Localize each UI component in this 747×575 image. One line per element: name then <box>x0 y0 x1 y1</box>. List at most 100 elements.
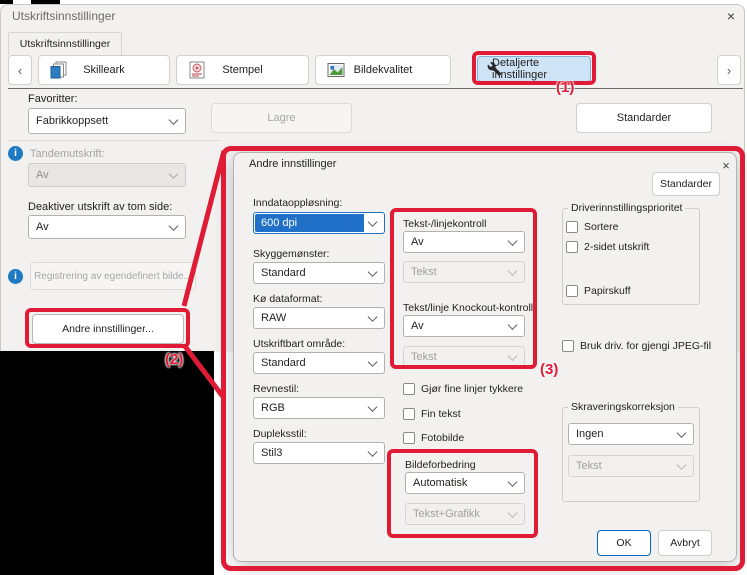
combo-value: Tekst+Grafikk <box>413 508 480 520</box>
spool-data-format-select[interactable]: RAW <box>253 307 385 329</box>
knockout-control-select[interactable]: Av <box>403 315 525 337</box>
toolbar-button-label: Bildekvalitet <box>354 64 413 76</box>
driver-priority-group-label: Driverinnstillingsprioritet <box>568 202 685 214</box>
ok-button[interactable]: OK <box>597 530 651 556</box>
blank-page-select[interactable]: Av <box>28 215 186 239</box>
combo-value: Tekst <box>411 351 437 363</box>
tandem-label: Tandemutskrift: <box>30 148 105 160</box>
combo-value: Automatisk <box>413 477 467 489</box>
input-resolution-select[interactable]: 600 dpi <box>253 212 385 234</box>
favorites-select[interactable]: Fabrikkoppsett <box>28 108 186 134</box>
checkbox-photo-image[interactable]: Fotobilde <box>403 432 464 444</box>
duplex-style-select[interactable]: Stil3 <box>253 442 385 464</box>
checkbox-icon[interactable] <box>403 383 415 395</box>
save-button[interactable]: Lagre <box>211 103 352 133</box>
chevron-down-icon <box>368 357 378 367</box>
printable-area-select[interactable]: Standard <box>253 352 385 374</box>
toolbar-prev-button[interactable]: ‹ <box>8 55 32 85</box>
cancel-button[interactable]: Avbryt <box>658 530 712 556</box>
tandem-select: Av <box>28 163 186 187</box>
combo-value: Tekst <box>576 460 602 472</box>
save-button-label: Lagre <box>267 112 295 124</box>
checkbox-thicken-fine-lines[interactable]: Gjør fine linjer tykkere <box>403 383 523 395</box>
blank-page-label: Deaktiver utskrift av tom side: <box>28 201 172 213</box>
masked-region <box>0 351 214 575</box>
toolbar-next-button[interactable]: › <box>717 55 741 85</box>
chevron-down-icon <box>508 266 518 276</box>
shade-pattern-select[interactable]: Standard <box>253 262 385 284</box>
shade-pattern-label: Skyggemønster: <box>253 248 329 260</box>
checkbox-label: Fin tekst <box>421 408 461 420</box>
window-title: Utskriftsinnstillinger <box>12 9 115 23</box>
toolbar-button-stempel[interactable]: Stempel <box>176 55 309 85</box>
chevron-right-icon: › <box>727 63 731 78</box>
checkbox-label: Fotobilde <box>421 432 464 444</box>
checkbox-collate[interactable]: Sortere <box>566 221 618 233</box>
custom-image-registration-button[interactable]: Registrering av egendefinert bilde... <box>30 262 196 290</box>
dialog-defaults-button[interactable]: Standarder <box>652 172 720 196</box>
toolbar-button-skilleark[interactable]: Skilleark <box>38 55 170 85</box>
checkbox-fine-text[interactable]: Fin tekst <box>403 408 461 420</box>
checkbox-jpeg-render[interactable]: Bruk driv. for gjengi JPEG-fil <box>562 340 711 352</box>
knockout-control-label: Tekst/linje Knockout-kontroll <box>403 302 533 314</box>
close-icon: × <box>722 158 730 173</box>
pages-icon <box>50 61 68 79</box>
image-enhancement-label: Bildeforbedring <box>405 459 476 471</box>
knockout-control-sub-select: Tekst <box>403 346 525 368</box>
toolbar-button-detaljerte-innstillinger[interactable]: Detaljerte innstillinger <box>477 56 591 82</box>
defaults-button[interactable]: Standarder <box>576 103 712 133</box>
chevron-down-icon <box>508 320 518 330</box>
combo-value: RAW <box>261 312 286 324</box>
masked-region <box>31 0 60 4</box>
checkbox-icon[interactable] <box>403 432 415 444</box>
chevron-down-icon <box>368 217 378 227</box>
rip-style-select[interactable]: RGB <box>253 397 385 419</box>
checkbox-paper-tray[interactable]: Papirskuff <box>566 285 631 297</box>
chevron-down-icon <box>169 115 179 125</box>
checkbox-label: Sortere <box>584 221 618 233</box>
toolbar-button-bildekvalitet[interactable]: Bildekvalitet <box>315 55 451 85</box>
combo-value: Av <box>411 320 424 332</box>
masked-region <box>0 0 13 4</box>
hatching-correction-group-label: Skraveringskorreksjon <box>568 401 678 413</box>
checkbox-icon[interactable] <box>566 285 578 297</box>
hatching-correction-select[interactable]: Ingen <box>568 423 694 445</box>
tab-label: Utskriftsinnstillinger <box>20 38 110 50</box>
close-icon: × <box>727 8 735 24</box>
image-icon <box>327 61 345 79</box>
chevron-down-icon <box>368 312 378 322</box>
checkbox-icon[interactable] <box>403 408 415 420</box>
checkbox-two-sided[interactable]: 2-sidet utskrift <box>566 241 649 253</box>
checkbox-icon[interactable] <box>566 241 578 253</box>
ok-button-label: OK <box>616 537 631 549</box>
chevron-down-icon <box>368 402 378 412</box>
other-settings-button[interactable]: Andre innstillinger... <box>32 314 184 344</box>
wrench-icon <box>487 62 502 77</box>
checkbox-icon[interactable] <box>562 340 574 352</box>
chevron-down-icon <box>677 428 687 438</box>
image-enhancement-select[interactable]: Automatisk <box>405 472 525 494</box>
defaults-button-label: Standarder <box>617 112 671 124</box>
tab-utskriftsinnstillinger[interactable]: Utskriftsinnstillinger <box>8 32 122 55</box>
checkbox-icon[interactable] <box>566 221 578 233</box>
info-icon: i <box>8 269 23 284</box>
dialog-defaults-label: Standarder <box>660 178 712 190</box>
window-close-button[interactable]: × <box>718 4 744 28</box>
spool-data-format-label: Kø dataformat: <box>253 293 322 305</box>
combo-value: Fabrikkoppsett <box>36 115 108 127</box>
text-line-control-sub-select: Tekst <box>403 261 525 283</box>
chevron-down-icon <box>508 508 518 518</box>
combo-value: Av <box>36 169 49 181</box>
chevron-down-icon <box>508 236 518 246</box>
text-line-control-select[interactable]: Av <box>403 231 525 253</box>
combo-value: 600 dpi <box>261 217 297 229</box>
combo-value: Ingen <box>576 428 604 440</box>
rip-style-label: Revnestil: <box>253 383 299 395</box>
chevron-down-icon <box>677 460 687 470</box>
combo-value: Tekst <box>411 266 437 278</box>
custom-image-registration-label: Registrering av egendefinert bilde... <box>34 271 192 282</box>
cancel-button-label: Avbryt <box>670 537 700 549</box>
chevron-down-icon <box>169 221 179 231</box>
chevron-down-icon <box>368 447 378 457</box>
chevron-down-icon <box>508 351 518 361</box>
